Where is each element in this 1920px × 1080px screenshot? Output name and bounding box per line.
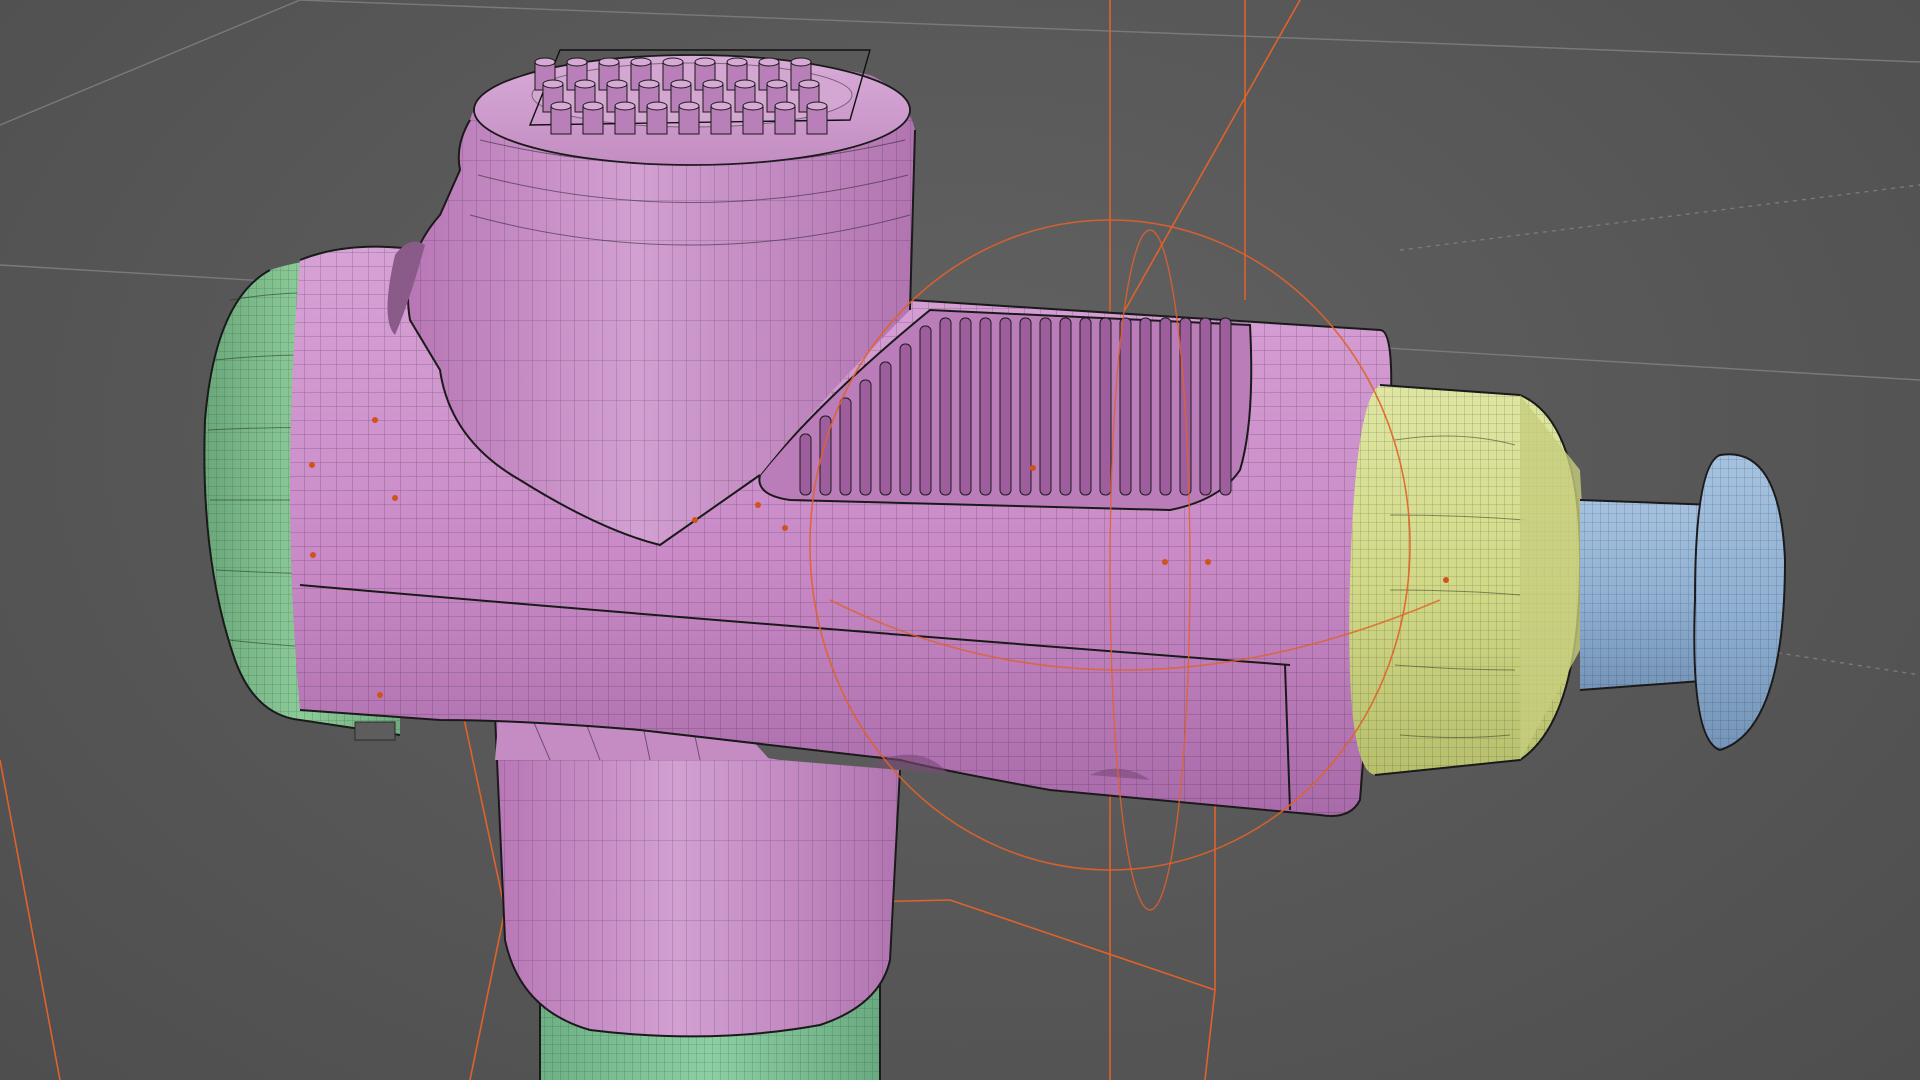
massage-head-mesh[interactable] [1579, 453, 1787, 752]
vent-slot [1119, 317, 1132, 496]
vent-slot [939, 317, 952, 496]
top-bump-cap [710, 101, 732, 111]
vent-slot [919, 325, 932, 496]
vent-slot [799, 433, 812, 496]
top-bump-cap [678, 101, 700, 111]
vent-slot [1219, 317, 1232, 496]
vent-slot [1079, 317, 1092, 496]
top-bump-cap [662, 57, 684, 67]
vertex-dot-icon[interactable] [392, 495, 398, 501]
vertex-dot-icon[interactable] [310, 552, 316, 558]
top-bump-cap [646, 101, 668, 111]
top-bump-cap [534, 57, 556, 67]
vent-slot [899, 343, 912, 496]
top-bump-cap [742, 101, 764, 111]
top-bump-cap [702, 79, 724, 89]
top-bump-cap [574, 79, 596, 89]
vent-slot [1059, 317, 1072, 496]
top-bump-cap [766, 79, 788, 89]
vertex-dot-icon[interactable] [782, 525, 788, 531]
vent-slot [1099, 317, 1112, 496]
vent-slot [959, 317, 972, 496]
top-bump-cap [774, 101, 796, 111]
vent-slot [1039, 317, 1052, 496]
vent-slot [859, 379, 872, 496]
top-bump-cap [734, 79, 756, 89]
vertex-dot-icon[interactable] [372, 417, 378, 423]
vertex-dot-icon[interactable] [309, 462, 315, 468]
vertex-dot-icon[interactable] [1443, 577, 1449, 583]
vertex-dot-icon[interactable] [692, 517, 698, 523]
scene-canvas[interactable] [0, 0, 1920, 1080]
top-bump-cap [606, 79, 628, 89]
top-bump-cap [598, 57, 620, 67]
vertex-dot-icon[interactable] [1030, 465, 1036, 471]
vent-slot [979, 317, 992, 496]
vertex-dot-icon[interactable] [755, 502, 761, 508]
top-bump-cap [638, 79, 660, 89]
top-bump-cap [550, 101, 572, 111]
vent-slot [879, 361, 892, 496]
top-bump-cap [542, 79, 564, 89]
top-bump-cap [670, 79, 692, 89]
vent-slot [1159, 317, 1172, 496]
vent-slot [839, 397, 852, 496]
vent-slot [1199, 317, 1212, 496]
vent-slot [1019, 317, 1032, 496]
vertex-dot-icon[interactable] [377, 692, 383, 698]
3d-viewport[interactable] [0, 0, 1920, 1080]
vent-slot [1139, 317, 1152, 496]
top-bump-cap [614, 101, 636, 111]
top-bump-cap [566, 57, 588, 67]
top-bump-cap [630, 57, 652, 67]
top-bump-cap [694, 57, 716, 67]
top-bump-cap [758, 57, 780, 67]
vent-slot [999, 317, 1012, 496]
adjust-knob-mesh[interactable] [1349, 384, 1585, 776]
top-bump-cap [726, 57, 748, 67]
top-bump-cap [806, 101, 828, 111]
top-bump-cap [790, 57, 812, 67]
vertex-dot-icon[interactable] [1162, 559, 1168, 565]
vertex-dot-icon[interactable] [1205, 559, 1211, 565]
top-bump-cap [582, 101, 604, 111]
top-bump-cap [798, 79, 820, 89]
